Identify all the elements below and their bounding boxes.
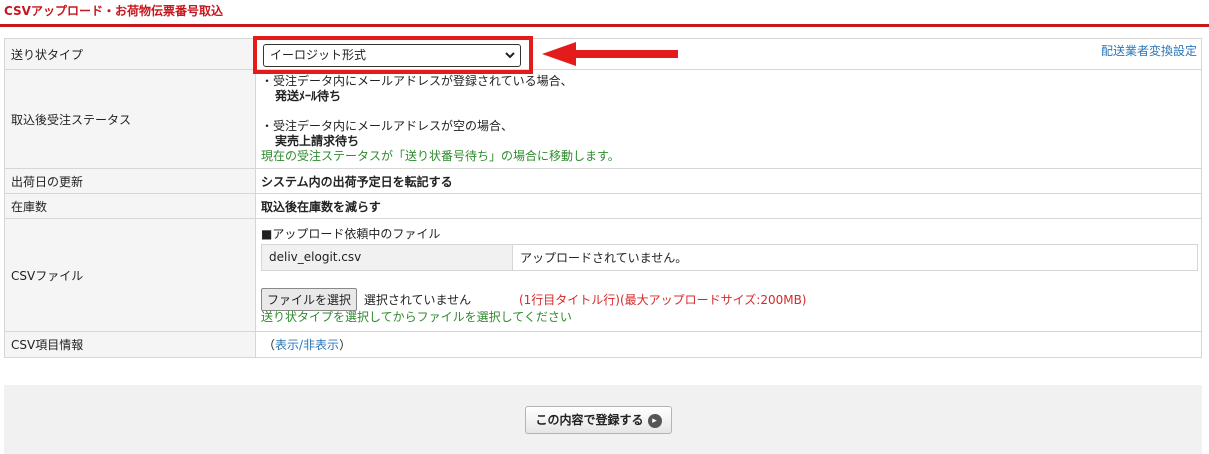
row-stock: 在庫数 取込後在庫数を減らす [4,193,1202,219]
row-csv-item-info: CSV項目情報 （表示/非表示） [4,331,1202,358]
label-post-import-status: 取込後受注ステータス [4,69,256,169]
choose-file-button[interactable]: ファイルを選択 [261,287,358,311]
open-paren: （ [263,338,276,352]
chevron-right-circle-icon: ▸ [647,413,662,428]
row-post-import-status: 取込後受注ステータス ・受注データ内にメールアドレスが登録されている場合、 発送… [4,69,1202,169]
show-hide-toggle-link[interactable]: 表示/非表示 [275,338,339,352]
highlight-annotation-box [253,36,533,74]
submit-button[interactable]: この内容で登録する ▸ [525,406,672,434]
label-csv-item-info: CSV項目情報 [4,331,256,358]
footer-action-bar: この内容で登録する ▸ [4,385,1202,454]
title-divider [0,24,1209,27]
close-paren: ） [339,338,352,352]
label-ship-date-update: 出荷日の更新 [4,168,256,194]
status-condition-email: ・受注データ内にメールアドレスが登録されている場合、 [261,74,573,88]
row-csv-file: CSVファイル ■アップロード依頼中のファイル deliv_elogit.csv… [4,218,1202,332]
settings-table: 送り状タイプ イーロジット形式 配送業者変換設定 取込後受注ステータス ・受注デ… [4,38,1202,358]
file-select-hint: 送り状タイプを選択してからファイルを選択してください [261,309,572,324]
carrier-conversion-settings-link[interactable]: 配送業者変換設定 [1101,42,1197,59]
page-title: CSVアップロード・お荷物伝票番号取込 [4,4,223,18]
submit-button-label: この内容で登録する [535,413,644,427]
ship-date-update-value: システム内の出荷予定日を転記する [255,168,1202,194]
upload-file-table: deliv_elogit.csv アップロードされていません。 [261,243,1198,271]
stock-value: 取込後在庫数を減らす [255,193,1202,219]
status-condition-no-email: ・受注データ内にメールアドレスが空の場合、 [261,119,514,133]
upload-limit-note: (1行目タイトル行)(最大アップロードサイズ:200MB) [518,292,807,307]
status-note: 現在の受注ステータスが「送り状番号待ち」の場合に移動します。 [261,149,620,163]
status-value-email: 発送ﾒｰﾙ待ち [275,89,342,103]
file-status: アップロードされていません。 [512,243,1198,271]
label-stock: 在庫数 [4,193,256,219]
file-name: deliv_elogit.csv [261,243,513,271]
no-file-selected-text: 選択されていません [363,292,472,307]
label-csv-file: CSVファイル [4,218,256,332]
left-arrow-icon [542,42,678,66]
status-value-no-email: 実売上請求待ち [275,134,360,148]
upload-queue-heading: ■アップロード依頼中のファイル [261,226,441,241]
table-row: deliv_elogit.csv アップロードされていません。 [261,243,1198,271]
label-shipping-label-type: 送り状タイプ [4,38,256,70]
row-ship-date-update: 出荷日の更新 システム内の出荷予定日を転記する [4,168,1202,194]
